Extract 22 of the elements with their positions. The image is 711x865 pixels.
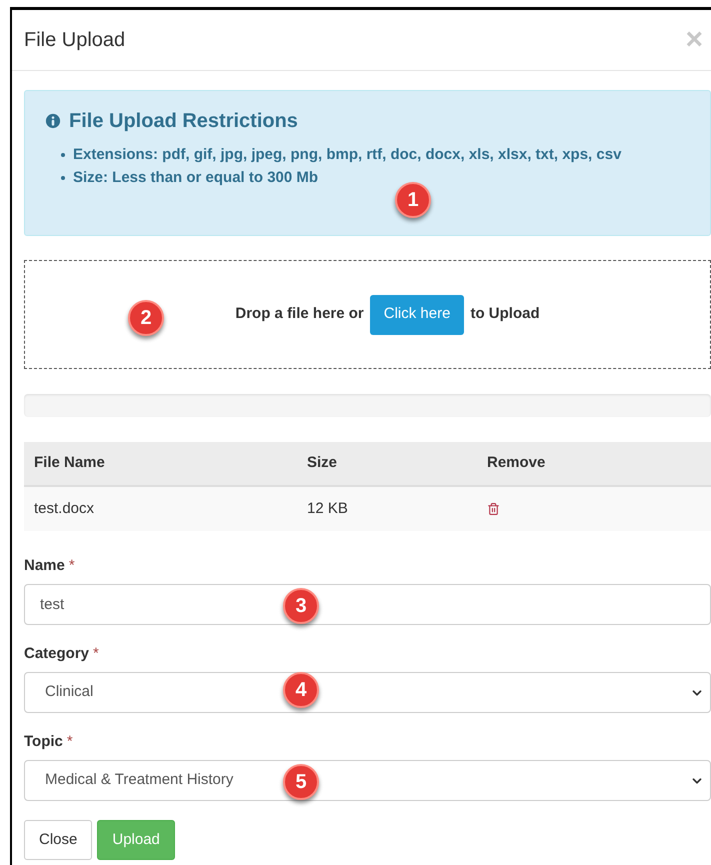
field-label: Name [24,556,65,576]
required-asterisk: * [66,732,73,752]
table-cell-text: 12 KB [307,498,349,519]
close-button[interactable]: Close [24,820,92,860]
bullet-icon [61,176,65,180]
field-label: Topic [24,732,63,752]
alert-title: File Upload Restrictions [69,109,298,134]
dialog-title: File Upload [24,28,126,53]
column-header: Size [307,453,338,474]
column-header: Remove [487,453,546,474]
required-asterisk: * [68,556,75,576]
drop-text: Drop a file here or [235,304,364,324]
bullet-icon [61,153,65,157]
required-asterisk: * [93,644,99,664]
restriction-text: Size: Less than or equal to 300 Mb [73,168,318,188]
info-icon [43,111,63,131]
drop-text: to Upload [470,304,540,324]
column-header: File Name [34,453,106,474]
table-cell-text: test.docx [34,498,96,519]
trash-icon[interactable] [487,502,500,516]
field-label: Category [24,644,90,664]
restriction-text: Extensions: pdf, gif, jpg, jpeg, png, bmp, rtf, doc, docx, xls, xlsx, txt, xps, csv [73,145,622,165]
